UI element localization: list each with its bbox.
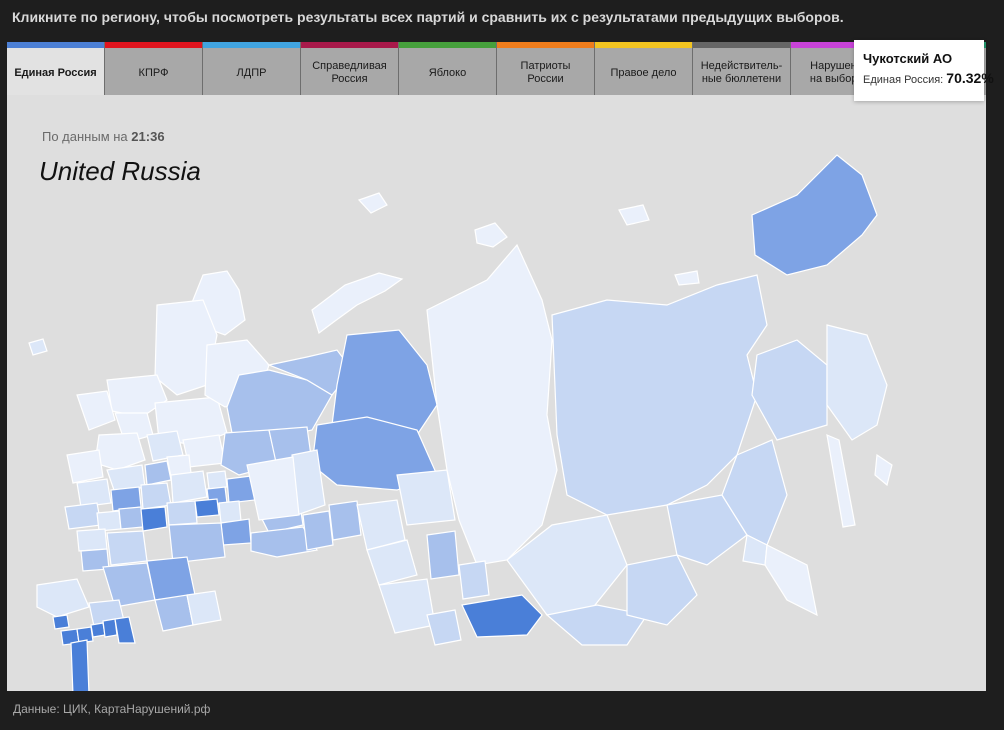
tab-label: КПРФ (138, 66, 169, 79)
map-panel: По данным на 21:36 United Russia (7, 95, 986, 691)
instruction-text: Кликните по региону, чтобы посмотреть ре… (12, 9, 844, 25)
tooltip-region-name: Чукотский АО (863, 51, 953, 66)
region-kurgan (328, 500, 362, 541)
tab-color-bar (203, 42, 300, 48)
tab-color-bar (497, 42, 594, 48)
tab-kprf[interactable]: КПРФ (105, 42, 203, 95)
tab-color-bar (301, 42, 398, 48)
region-tver (94, 432, 146, 471)
region-kalmykia (154, 594, 194, 632)
region-wrangel (674, 270, 700, 286)
region-astrakhan (186, 590, 222, 626)
region-kursk (76, 528, 108, 552)
region-saratov (168, 522, 226, 564)
region-severnaya-zemlya (474, 222, 508, 248)
region-novaya-zemlya (311, 272, 404, 334)
region-nizhny (170, 470, 208, 504)
region-chelyabinsk (302, 510, 334, 551)
region-vladimir (144, 460, 172, 486)
region-tomsk (396, 469, 456, 526)
tooltip-party-label: Единая Россия: (863, 74, 944, 86)
region-altai-krai (378, 578, 436, 634)
tab-label: Яблоко (428, 66, 467, 79)
tab-color-bar (105, 42, 202, 48)
tab-right-cause[interactable]: Правое дело (595, 42, 693, 95)
tab-label: Недействитель- ные бюллетени (700, 60, 783, 85)
tab-just-russia[interactable]: Справедливая Россия (301, 42, 399, 95)
tooltip-result-line: Единая Россия: 70.32% (863, 70, 994, 86)
tab-ldpr[interactable]: ЛДПР (203, 42, 301, 95)
region-zabaikalsky (626, 554, 698, 626)
region-chukotka (751, 154, 878, 276)
timestamp: По данным на 21:36 (42, 129, 165, 144)
tooltip-value: 70.32% (946, 70, 994, 86)
region-ulyanovsk (218, 500, 242, 524)
tab-yabloko[interactable]: Яблоко (399, 42, 497, 95)
data-source-footer: Данные: ЦИК, КартаНарушений.рф (13, 702, 211, 716)
region-khakassia (458, 560, 490, 600)
region-orel (96, 510, 122, 532)
region-tambov (140, 506, 168, 532)
region-volgograd (146, 556, 196, 601)
tab-label: Правое дело (610, 66, 677, 79)
region-sakhalin (826, 434, 856, 528)
region-kaliningrad (28, 338, 48, 356)
party-tabs: Единая Россия КПРФ ЛДПР Справедливая Россия… (7, 42, 986, 95)
tab-color-bar (595, 42, 692, 48)
tab-color-bar (7, 42, 104, 48)
tab-label: Единая Россия (14, 66, 97, 79)
region-tyumen (246, 456, 300, 521)
timestamp-prefix: По данным на (42, 129, 128, 144)
tab-patriots[interactable]: Патриоты России (497, 42, 595, 95)
region-lipetsk (118, 506, 144, 530)
region-dagestan (114, 616, 136, 644)
region-mari (206, 470, 228, 490)
tab-label: Патриоты России (520, 60, 571, 85)
region-north-ossetia (90, 622, 106, 638)
region-samara (220, 518, 252, 546)
region-magadan (751, 339, 828, 441)
region-mordovia (194, 498, 220, 518)
tab-invalid-ballots[interactable]: Недействитель- ные бюллетени (693, 42, 791, 95)
region-penza (166, 500, 198, 526)
region-voronezh (106, 530, 148, 566)
region-bryansk (64, 502, 102, 530)
region-ryazan (140, 482, 172, 510)
region-primorsky (764, 544, 818, 617)
region-crimea-coast (70, 639, 90, 691)
region-tyva (461, 594, 543, 638)
region-smolensk (66, 449, 104, 484)
region-altai-rep (426, 609, 462, 646)
region-krasnodar (36, 578, 90, 618)
region-kamchatka (826, 324, 888, 441)
region-kuril-islands (874, 453, 893, 487)
tab-label: ЛДПР (236, 66, 267, 79)
region-adygea (52, 614, 70, 630)
tab-color-bar (399, 42, 496, 48)
timestamp-time: 21:36 (131, 129, 165, 144)
tab-color-bar (693, 42, 790, 48)
tab-united-russia[interactable]: Единая Россия (7, 42, 105, 95)
party-title: United Russia (39, 156, 201, 186)
region-tooltip: Чукотский АО Единая Россия: 70.32% (854, 40, 994, 101)
tab-label: Справедливая Россия (312, 60, 387, 85)
region-kemerovo (426, 530, 460, 580)
region-franz-josef (357, 192, 388, 214)
region-new-siberian-islands (618, 204, 650, 226)
